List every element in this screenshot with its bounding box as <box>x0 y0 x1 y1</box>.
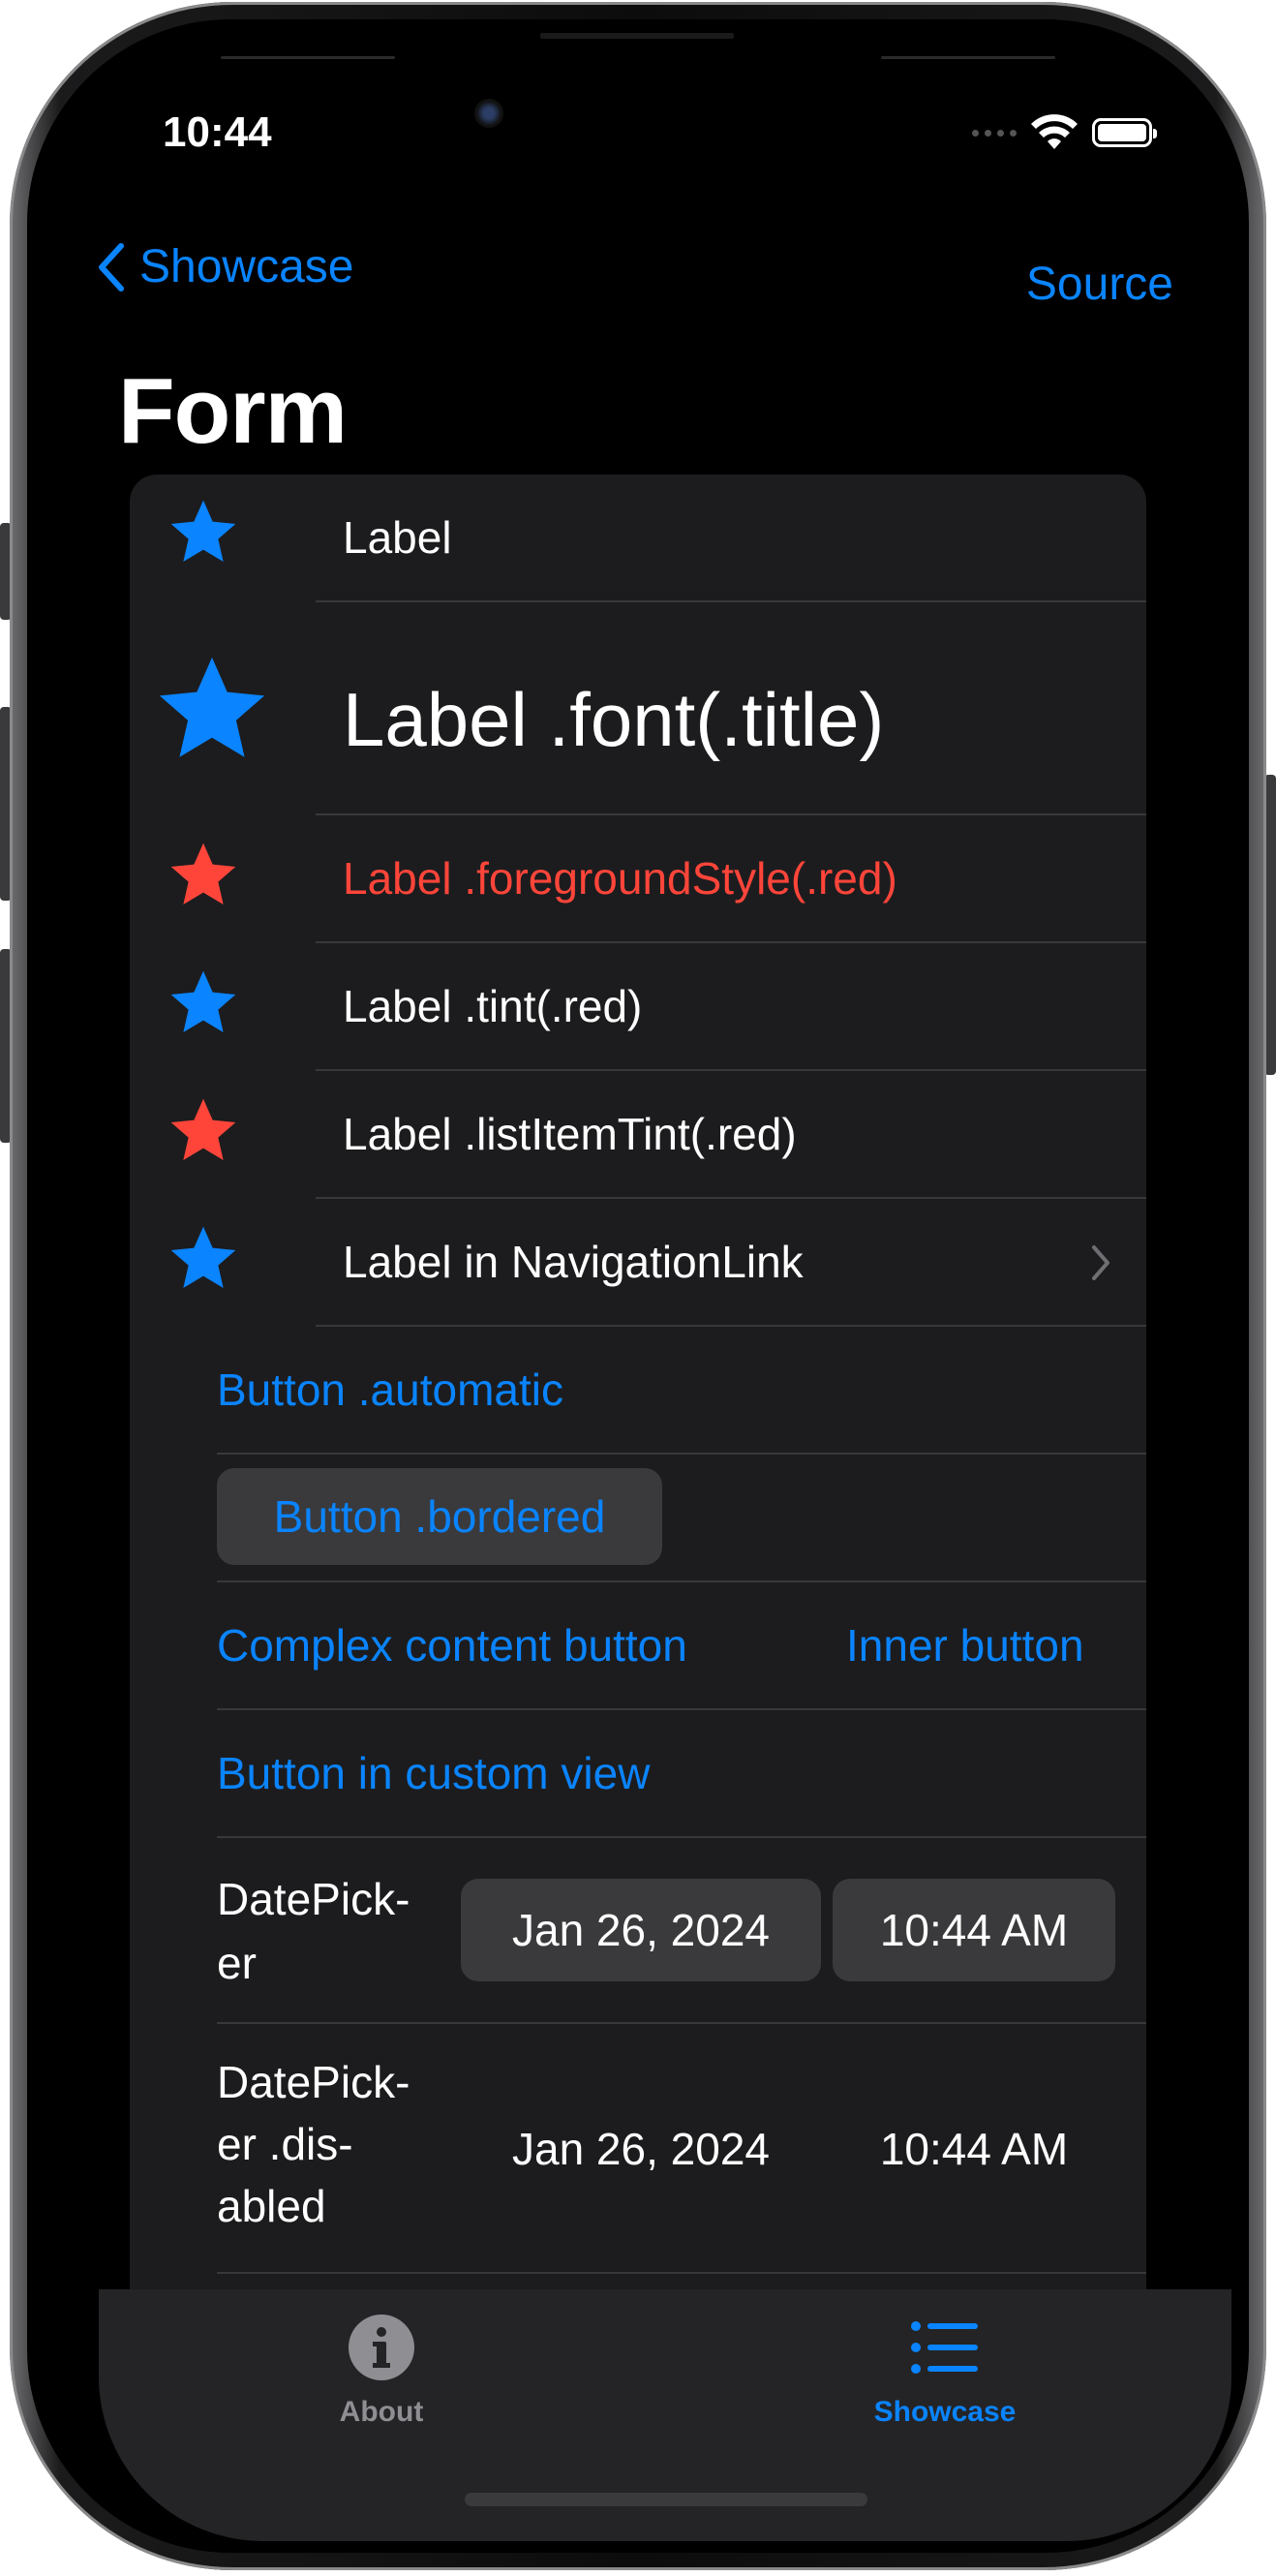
datepicker-label: DatePick- er <box>217 1874 410 1988</box>
back-button-label: Showcase <box>139 241 354 292</box>
source-button[interactable]: Source <box>1026 258 1173 311</box>
chevron-right-icon <box>1092 1245 1109 1280</box>
cellular-signal-icon <box>972 129 1017 137</box>
tab-about[interactable]: About <box>236 2313 527 2429</box>
button-automatic[interactable]: Button .automatic <box>217 1364 563 1416</box>
list-bullet-icon <box>911 2321 978 2374</box>
screen: 10:44 Showcase Source Form Label Label .… <box>27 19 1249 2553</box>
date-picker-date[interactable]: Jan 26, 2024 <box>461 1879 821 1981</box>
form-list: Label Label .font(.title) Label .foregro… <box>130 475 1146 2315</box>
label-foreground-style: Label .foregroundStyle(.red) <box>343 853 897 904</box>
label-title: Label .font(.title) <box>343 677 885 762</box>
antenna-line <box>881 56 1055 59</box>
label-navigation-link: Label in NavigationLink <box>343 1237 804 1287</box>
front-camera <box>474 99 503 128</box>
datepicker-disabled-label: DatePick- er .dis- abled <box>217 2057 410 2231</box>
star-icon <box>159 657 265 757</box>
star-icon <box>170 500 236 562</box>
back-button[interactable]: Showcase <box>97 240 353 293</box>
separator <box>217 1453 1146 1455</box>
separator <box>217 1708 1146 1710</box>
home-indicator <box>465 2493 867 2506</box>
device-frame: 10:44 Showcase Source Form Label Label .… <box>0 0 1276 2576</box>
separator <box>316 1069 1146 1071</box>
speaker-grille <box>540 33 734 39</box>
separator <box>217 2022 1146 2024</box>
date-picker-time[interactable]: 10:44 AM <box>833 1879 1115 1981</box>
navigation-link-row[interactable]: Label in NavigationLink <box>130 1199 1146 1327</box>
star-icon <box>170 843 236 905</box>
tab-showcase-label: Showcase <box>873 2396 1017 2428</box>
label-tint: Label .tint(.red) <box>343 981 643 1031</box>
star-icon <box>170 1098 236 1160</box>
custom-view-button[interactable]: Button in custom view <box>217 1747 650 1799</box>
separator <box>316 813 1146 815</box>
separator <box>217 1836 1146 1838</box>
wifi-icon <box>1031 114 1078 149</box>
battery-icon <box>1092 118 1157 147</box>
info-circle-icon <box>349 2315 414 2380</box>
star-icon <box>170 1226 236 1288</box>
separator <box>316 941 1146 943</box>
complex-content-button[interactable]: Complex content button <box>217 1619 687 1671</box>
star-icon <box>170 970 236 1032</box>
separator <box>217 2272 1146 2274</box>
inner-button[interactable]: Inner button <box>846 1619 1084 1671</box>
separator <box>316 1325 1146 1327</box>
tab-about-label: About <box>339 2396 424 2428</box>
date-picker-disabled-date: Jan 26, 2024 <box>511 2124 770 2174</box>
page-title: Form <box>118 359 348 463</box>
antenna-line <box>221 56 395 59</box>
tab-showcase[interactable]: Showcase <box>800 2313 1090 2429</box>
status-time: 10:44 <box>163 108 272 156</box>
separator <box>217 1580 1146 1582</box>
separator <box>316 600 1146 602</box>
label-list-item-tint: Label .listItemTint(.red) <box>343 1109 797 1159</box>
button-bordered[interactable]: Button .bordered <box>217 1468 662 1565</box>
label-basic: Label <box>343 512 452 563</box>
chevron-left-icon <box>99 242 124 291</box>
date-picker-disabled-time: 10:44 AM <box>879 2124 1069 2174</box>
status-indicators <box>972 114 1157 151</box>
